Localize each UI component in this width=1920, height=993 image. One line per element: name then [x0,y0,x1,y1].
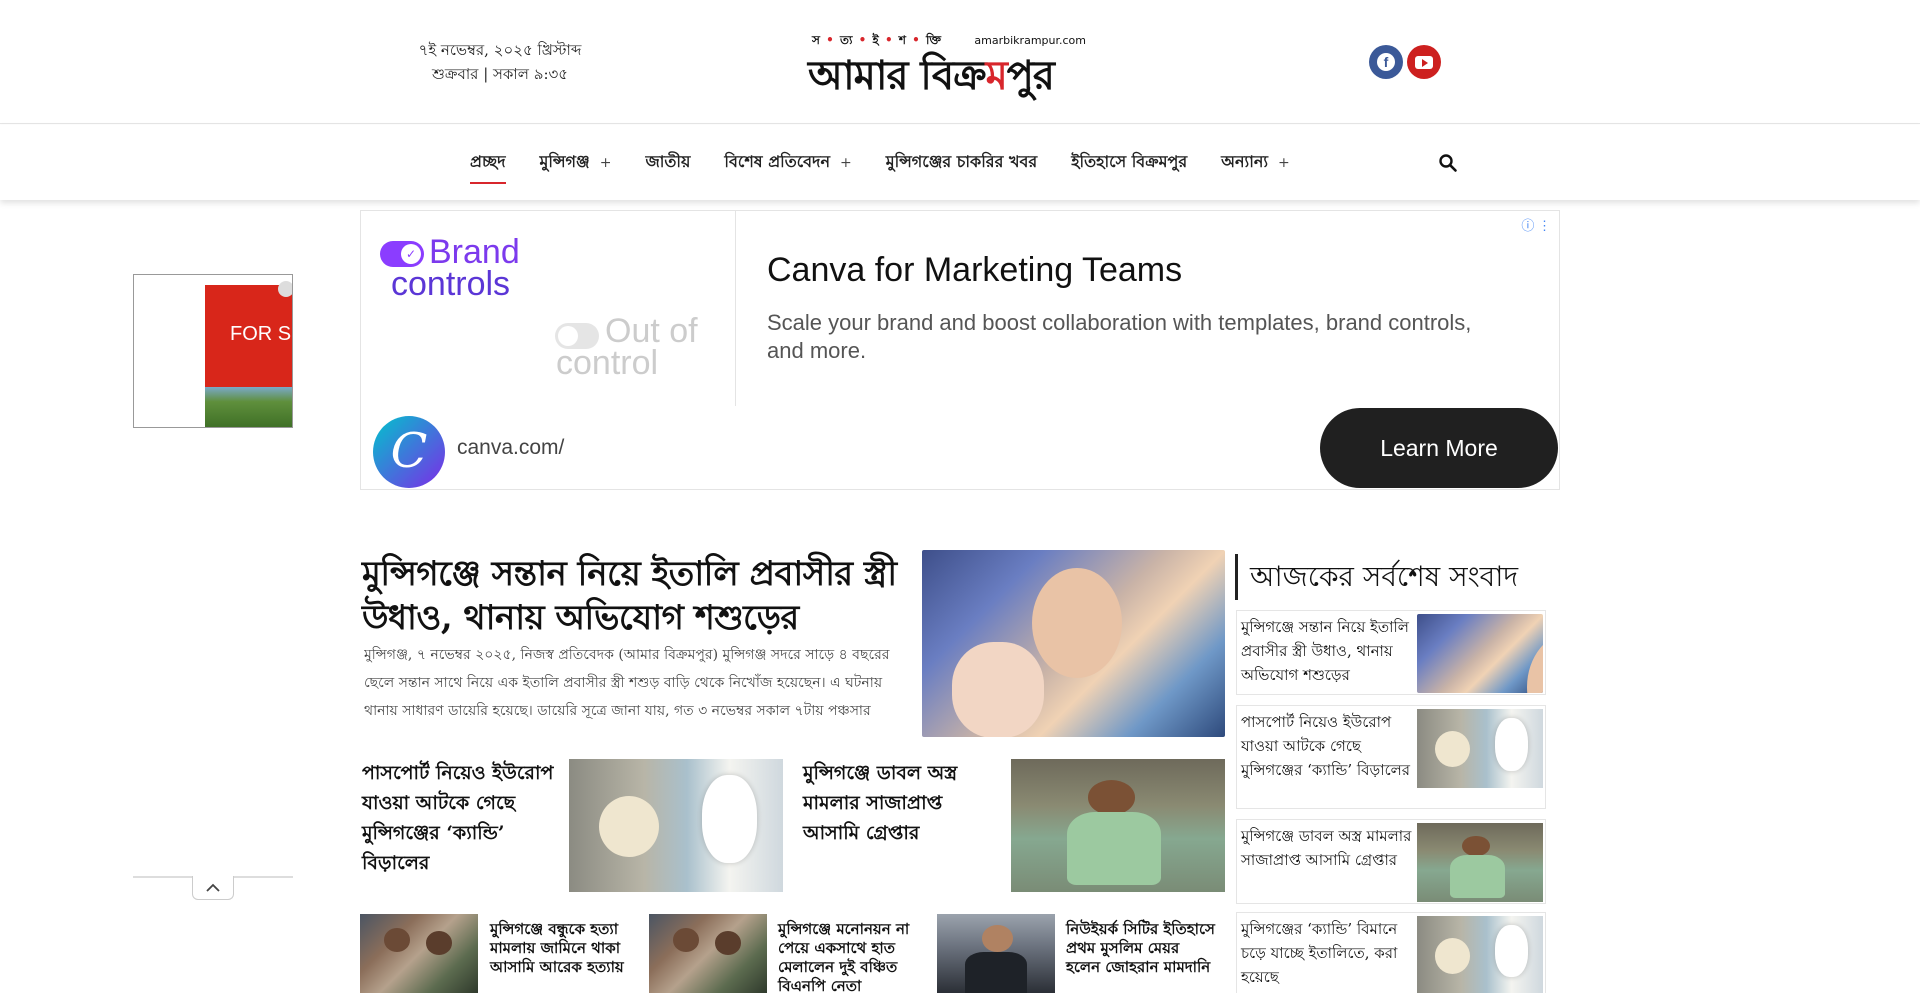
latest-news-item[interactable]: পাসপোর্ট নিয়েও ইউরোপ যাওয়া আটকে গেছে ম… [1236,705,1546,809]
nav-menu: প্রচ্ছদ মুন্সিগঞ্জ + জাতীয় বিশেষ প্রতিবে… [470,149,1324,184]
mini-story-title[interactable]: নিউইয়র্ক সিটির ইতিহাসে প্রথম মুসলিম মেয… [1066,920,1216,977]
latest-news-title[interactable]: মুন্সিগঞ্জের ‘ক্যান্ডি’ বিমানে চড়ে যাচ্… [1241,917,1421,989]
date-line: ৭ই নভেম্বর, ২০২৫ খ্রিস্টাব্দ [418,41,582,59]
ad-creative-image: Brand controls Out of control [361,211,736,406]
expand-plus-icon[interactable]: + [1278,155,1290,171]
mini-story-title[interactable]: মুন্সিগঞ্জে মনোনয়ন না পেয়ে একসাথে হাত … [778,920,928,993]
ad-title[interactable]: Canva for Marketing Teams [767,251,1182,290]
ad-close-icon[interactable] [278,281,292,297]
nav-item-home[interactable]: প্রচ্ছদ [470,149,506,184]
site-header: ৭ই নভেম্বর, ২০২৫ খ্রিস্টাব্দ শুক্রবার | … [0,0,1920,124]
latest-news-thumb[interactable] [1417,709,1543,788]
latest-news-title[interactable]: মুন্সিগঞ্জে সন্তান নিয়ে ইতালি প্রবাসীর … [1241,615,1421,687]
canva-logo-icon[interactable]: C [373,416,445,488]
side-ad-image [205,387,292,427]
latest-news-heading: আজকের সর্বশেষ সংবাদ [1235,554,1518,600]
latest-news-thumb[interactable] [1417,823,1543,902]
latest-news-item[interactable]: মুন্সিগঞ্জে সন্তান নিয়ে ইতালি প্রবাসীর … [1236,610,1546,695]
mini-story-image[interactable] [649,914,767,993]
chevron-up-icon[interactable] [192,876,234,900]
expand-plus-icon[interactable]: + [840,155,852,171]
latest-news-thumb[interactable] [1417,614,1543,693]
story-card-image[interactable] [569,759,783,892]
facebook-icon[interactable]: f [1369,45,1403,79]
story-card-image[interactable] [1011,759,1225,892]
story-card-title[interactable]: মুন্সিগঞ্জে ডাবল অস্ত্র মামলার সাজাপ্রাপ… [803,758,1003,848]
lead-story-excerpt: মুন্সিগঞ্জ, ৭ নভেম্বর ২০২৫, নিজস্ব প্রতি… [364,647,890,719]
latest-news-title[interactable]: পাসপোর্ট নিয়েও ইউরোপ যাওয়া আটকে গেছে ম… [1241,710,1421,782]
ad-choices-icon[interactable]: ⓘ ⋮ [1521,215,1551,234]
ad-url[interactable]: canva.com/ [457,436,564,460]
search-icon[interactable] [1438,153,1458,173]
ad-description: Scale your brand and boost collaboration… [767,310,1472,363]
nav-item-munshiganj[interactable]: মুন্সিগঞ্জ + [540,149,612,184]
canva-ad[interactable]: Brand controls Out of control ⓘ ⋮ Canva … [360,210,1560,490]
toggle-on-icon [380,241,424,267]
story-card-title[interactable]: পাসপোর্ট নিয়েও ইউরোপ যাওয়া আটকে গেছে ম… [362,758,562,878]
latest-news-title[interactable]: মুন্সিগঞ্জে ডাবল অস্ত্র মামলার সাজাপ্রাপ… [1241,824,1421,872]
nav-item-national[interactable]: জাতীয় [645,149,690,184]
nav-item-special-report[interactable]: বিশেষ প্রতিবেদন + [724,149,851,184]
latest-news-thumb[interactable] [1417,916,1543,993]
lead-story-image[interactable] [922,550,1225,737]
latest-news-item[interactable]: মুন্সিগঞ্জে ডাবল অস্ত্র মামলার সাজাপ্রাপ… [1236,819,1546,904]
date-time-block: ৭ই নভেম্বর, ২০২৫ খ্রিস্টাব্দ শুক্রবার | … [380,38,620,86]
site-logo[interactable]: স • ত্য • ই • শ • ক্তি amarbikrampur.com… [808,32,1088,99]
learn-more-button[interactable]: Learn More [1320,408,1558,488]
expand-plus-icon[interactable]: + [600,155,612,171]
mini-story-image[interactable] [360,914,478,993]
nav-item-others[interactable]: অন্যান্য + [1221,149,1290,184]
lead-story-title[interactable]: মুন্সিগঞ্জে সন্তান নিয়ে ইতালি প্রবাসীর … [362,552,902,640]
time-line: শুক্রবার | সকাল ৯:৩৫ [432,65,568,83]
mini-story-image[interactable] [937,914,1055,993]
logo-wordmark: আমার বিক্রমপুর [808,52,1055,99]
mini-story-title[interactable]: মুন্সিগঞ্জে বন্ধুকে হত্যা মামলায় জামিনে… [490,920,640,977]
side-ad-banner[interactable]: FOR S [133,274,293,428]
youtube-icon[interactable] [1407,45,1441,79]
nav-item-jobs[interactable]: মুন্সিগঞ্জের চাকরির খবর [886,149,1037,184]
nav-item-history[interactable]: ইতিহাসে বিক্রমপুর [1071,149,1187,184]
latest-news-item[interactable]: মুন্সিগঞ্জের ‘ক্যান্ডি’ বিমানে চড়ে যাচ্… [1236,912,1546,993]
main-navigation: প্রচ্ছদ মুন্সিগঞ্জ + জাতীয় বিশেষ প্রতিবে… [0,125,1920,200]
side-ad-text: FOR S [230,323,292,345]
